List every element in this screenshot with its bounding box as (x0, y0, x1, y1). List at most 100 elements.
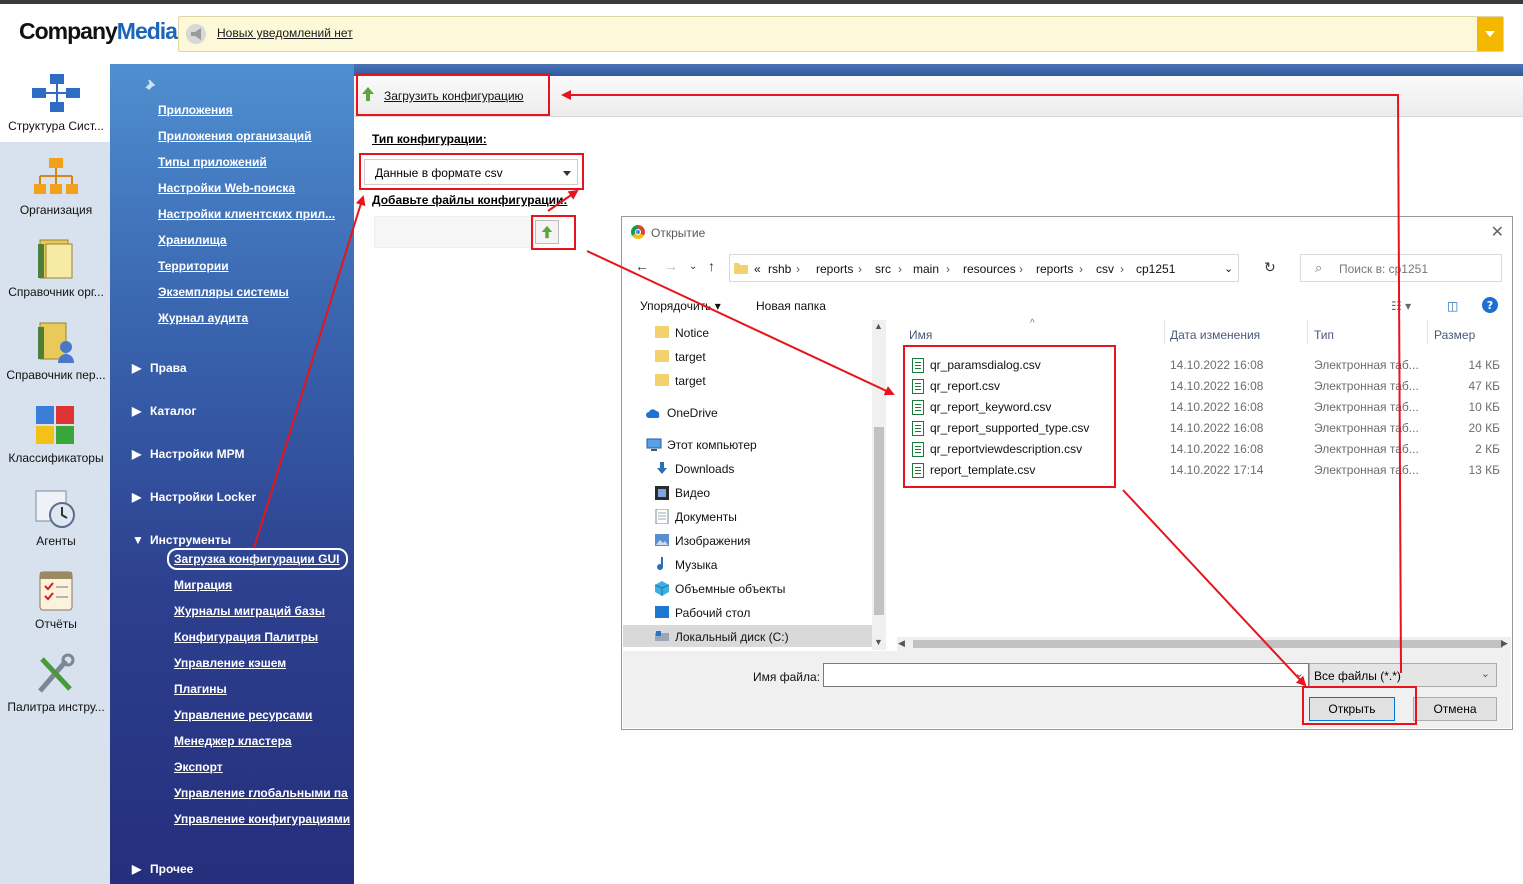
nav-link-plugins[interactable]: Плагины (174, 682, 227, 696)
nav-link-org-applications[interactable]: Приложения организаций (158, 129, 312, 143)
tree-scrollbar-thumb[interactable] (874, 427, 884, 615)
column-separator[interactable] (1427, 320, 1428, 344)
scroll-up-icon[interactable]: ▲ (874, 321, 883, 331)
rail-label: Структура Сист... (8, 119, 104, 133)
tools-icon (38, 653, 75, 693)
notification-dropdown-button[interactable] (1477, 17, 1503, 51)
breadcrumb-resources[interactable]: resources (963, 262, 1016, 276)
tree-item-label: Локальный диск (C:) (675, 630, 789, 644)
nav-link-cluster-manager[interactable]: Менеджер кластера (174, 734, 292, 748)
address-bar[interactable]: « rshb › reports › src › main › resource… (729, 254, 1239, 282)
rail-item-org-directory[interactable]: Справочник орг... (0, 230, 112, 310)
nav-link-storages[interactable]: Хранилища (158, 233, 227, 247)
nav-link-cache-management[interactable]: Управление кэшем (174, 656, 286, 670)
scroll-down-icon[interactable]: ▼ (874, 637, 883, 647)
column-header-size[interactable]: Размер (1434, 328, 1475, 342)
history-chevron-icon[interactable]: ⌄ (689, 261, 697, 272)
search-field[interactable]: ⌕ Поиск в: cp1251 (1300, 254, 1502, 282)
nav-link-web-search-settings[interactable]: Настройки Web-поиска (158, 181, 295, 195)
breadcrumb-overflow[interactable]: « (754, 262, 761, 276)
close-icon[interactable]: ✕ (1491, 222, 1504, 242)
rail-item-agents[interactable]: Агенты (0, 479, 112, 559)
nav-link-gui-config-upload[interactable]: Загрузка конфигурации GUI (174, 552, 339, 566)
breadcrumb-reports[interactable]: reports (816, 262, 853, 276)
tree-item[interactable]: Музыка (622, 554, 872, 576)
tree-item[interactable]: Этот компьютер (622, 434, 872, 456)
cancel-button[interactable]: Отмена (1413, 697, 1497, 721)
refresh-icon[interactable]: ↻ (1264, 259, 1276, 276)
nav-section-locker-settings[interactable]: ▶ Настройки Locker (132, 490, 256, 504)
company-logo[interactable]: CompanyMedia (19, 18, 178, 45)
nav-link-territories[interactable]: Территории (158, 259, 229, 273)
nav-section-mrm-settings[interactable]: ▶ Настройки МРМ (132, 447, 244, 461)
nav-link-resource-management[interactable]: Управление ресурсами (174, 708, 312, 722)
forward-arrow-icon[interactable]: → (664, 258, 678, 274)
rail-item-people-directory[interactable]: Справочник пер... (0, 313, 112, 393)
nav-link-applications[interactable]: Приложения (158, 103, 233, 117)
tree-item-label: Этот компьютер (667, 438, 757, 452)
rail-item-tools[interactable]: Палитра инстру... (0, 645, 112, 725)
back-arrow-icon[interactable]: ← (635, 258, 649, 274)
breadcrumb-reports-2[interactable]: reports (1036, 262, 1073, 276)
scroll-left-icon[interactable]: ◀ (898, 638, 905, 649)
chevron-down-icon[interactable]: ⌄ (1295, 667, 1304, 680)
column-header-date[interactable]: Дата изменения (1170, 328, 1260, 342)
scroll-right-icon[interactable]: ▶ (1501, 638, 1508, 649)
nav-link-migration[interactable]: Миграция (174, 578, 232, 592)
nav-link-system-instances[interactable]: Экземпляры системы (158, 285, 289, 299)
tree-item[interactable]: OneDrive (622, 402, 872, 424)
filetype-select[interactable]: Все файлы (*.*) ⌄ (1309, 663, 1497, 687)
rail-item-organization[interactable]: Организация (0, 148, 112, 228)
nav-section-catalog[interactable]: ▶ Каталог (132, 404, 197, 418)
column-header-name[interactable]: Имя (909, 328, 932, 342)
annotation-box-upload-link (356, 73, 550, 116)
nav-link-global-params[interactable]: Управление глобальными па (174, 786, 350, 800)
nav-link-application-types[interactable]: Типы приложений (158, 155, 267, 169)
horizontal-scrollbar-thumb[interactable] (913, 640, 1503, 648)
nav-link-client-app-settings[interactable]: Настройки клиентских прил... (158, 207, 335, 221)
nav-link-db-migration-logs[interactable]: Журналы миграций базы (174, 604, 325, 618)
tree-item-selected[interactable]: Локальный диск (C:) (622, 626, 872, 648)
rail-item-reports[interactable]: Отчёты (0, 562, 112, 642)
help-icon[interactable]: ? (1482, 297, 1498, 313)
organize-menu[interactable]: Упорядочить ▾ (640, 299, 721, 313)
tree-item[interactable]: Документы (622, 506, 872, 528)
nav-link-audit-log[interactable]: Журнал аудита (158, 311, 248, 325)
tree-item[interactable]: Объемные объекты (622, 578, 872, 600)
new-folder-button[interactable]: Новая папка (756, 299, 826, 313)
breadcrumb-csv[interactable]: csv (1096, 262, 1114, 276)
pin-icon[interactable] (143, 77, 157, 91)
tree-item[interactable]: target (622, 346, 872, 368)
column-separator[interactable] (1307, 320, 1308, 344)
rail-item-system-structure[interactable]: Структура Сист... (0, 64, 112, 144)
preview-pane-icon[interactable]: ◫ (1447, 299, 1458, 313)
tree-item[interactable]: Downloads (622, 458, 872, 480)
tree-item[interactable]: Рабочий стол (622, 602, 872, 624)
column-separator[interactable] (1164, 320, 1165, 344)
tree-item[interactable]: Видео (622, 482, 872, 504)
nav-section-tools[interactable]: ▼ Инструменты (132, 533, 231, 547)
view-options-icon[interactable]: ☷ ▾ (1391, 299, 1411, 313)
images-icon (655, 534, 669, 546)
nav-section-rights[interactable]: ▶ Права (132, 361, 187, 375)
tree-item[interactable]: Notice (622, 322, 872, 344)
nav-section-label: Права (150, 361, 187, 375)
breadcrumb-rshb[interactable]: rshb (768, 262, 791, 276)
tree-item[interactable]: Изображения (622, 530, 872, 552)
annotation-box-add-file (531, 215, 576, 250)
rail-item-classifiers[interactable]: Классификаторы (0, 396, 112, 476)
column-header-type[interactable]: Тип (1314, 328, 1334, 342)
nav-link-export[interactable]: Экспорт (174, 760, 223, 774)
tree-item[interactable]: target (622, 370, 872, 392)
notification-link[interactable]: Новых уведомлений нет (217, 26, 353, 40)
breadcrumb-main[interactable]: main (913, 262, 939, 276)
breadcrumb-src[interactable]: src (875, 262, 891, 276)
chevron-down-icon[interactable]: ⌄ (1224, 262, 1233, 275)
nav-link-palette-config[interactable]: Конфигурация Палитры (174, 630, 318, 644)
filename-input[interactable]: ⌄ (823, 663, 1309, 687)
breadcrumb-cp1251[interactable]: cp1251 (1136, 262, 1175, 276)
nav-link-config-management[interactable]: Управление конфигурациями (174, 812, 350, 826)
up-arrow-icon[interactable]: ↑ (708, 258, 715, 274)
triangle-right-icon: ▶ (132, 361, 142, 375)
nav-section-other[interactable]: ▶ Прочее (132, 862, 193, 876)
